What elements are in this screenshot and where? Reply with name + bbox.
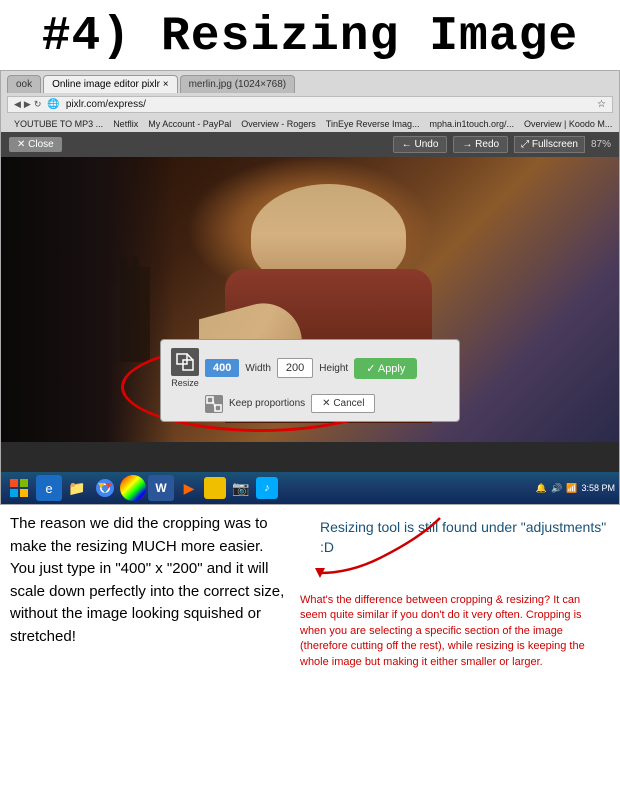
red-arrow-svg bbox=[300, 508, 460, 578]
forward-icon[interactable]: ▶ bbox=[24, 99, 31, 110]
bookmark-koodo[interactable]: Overview | Koodo M... bbox=[521, 118, 613, 130]
page-title: #4) Resizing Image bbox=[0, 0, 620, 70]
fullscreen-button[interactable]: ⤢ Fullscreen bbox=[514, 136, 585, 153]
taskbar-network: 📶 bbox=[566, 483, 577, 494]
browser-chrome: ook Online image editor pixlr × merlin.j… bbox=[1, 71, 619, 132]
main-paragraph: The reason we did the cropping was to ma… bbox=[10, 513, 290, 648]
bookmark-mpha[interactable]: mpha.in1touch.org/... bbox=[426, 118, 517, 130]
address-bar[interactable]: ◀ ▶ ↻ 🌐 pixlr.com/express/ ☆ bbox=[7, 96, 613, 113]
redo-button[interactable]: → Redo bbox=[453, 136, 508, 153]
browser-tabs: ook Online image editor pixlr × merlin.j… bbox=[7, 75, 613, 93]
content-area: The reason we did the cropping was to ma… bbox=[0, 505, 620, 678]
bookmark-rogers[interactable]: Overview - Rogers bbox=[238, 118, 319, 130]
browser-window: ook Online image editor pixlr × merlin.j… bbox=[0, 70, 620, 505]
bookmark-tineye[interactable]: TinEye Reverse Imag... bbox=[323, 118, 423, 130]
bookmark-paypal[interactable]: My Account - PayPal bbox=[145, 118, 234, 130]
yellow-icon[interactable] bbox=[204, 477, 226, 499]
music-icon[interactable]: ♪ bbox=[256, 477, 278, 499]
address-favicon: 🌐 bbox=[47, 99, 59, 110]
taskbar-notification: 🔔 bbox=[536, 483, 547, 494]
tab-pixlr[interactable]: Online image editor pixlr × bbox=[43, 75, 177, 93]
bookmarks-bar: YOUTUBE TO MP3 ... Netflix My Account - … bbox=[7, 116, 613, 132]
bookmark-youtube[interactable]: YOUTUBE TO MP3 ... bbox=[11, 118, 106, 130]
proportions-icon bbox=[205, 395, 223, 413]
resize-tab-label: Resize bbox=[171, 378, 199, 388]
toolbar-left: ✕ Close bbox=[9, 137, 62, 152]
width-value[interactable]: 400 bbox=[205, 359, 239, 377]
refresh-icon[interactable]: ↻ bbox=[34, 99, 42, 110]
zoom-level: 87% bbox=[591, 139, 611, 150]
height-value[interactable]: 200 bbox=[277, 358, 313, 378]
content-right: Resizing tool is still found under "adju… bbox=[300, 513, 610, 670]
content-left: The reason we did the cropping was to ma… bbox=[10, 513, 290, 670]
ie-icon[interactable]: e bbox=[36, 475, 62, 501]
close-button[interactable]: ✕ Close bbox=[9, 137, 62, 152]
resize-top-row: Resize 400 Width 200 Height ✓ Apply bbox=[171, 348, 449, 388]
height-label: Height bbox=[319, 363, 348, 374]
star-icon[interactable]: ☆ bbox=[597, 99, 606, 110]
taskbar-sound: 🔊 bbox=[551, 483, 562, 494]
resize-icon-area: Resize bbox=[171, 348, 199, 388]
apply-button[interactable]: ✓ Apply bbox=[354, 358, 417, 379]
taskbar: e 📁 W ▶ 📷 ♪ 🔔 🔊 📶 3 bbox=[1, 472, 619, 504]
width-label: Width bbox=[245, 363, 271, 374]
dark-left bbox=[1, 157, 174, 442]
arrow-area: Resizing tool is still found under "adju… bbox=[300, 518, 610, 588]
folder-icon[interactable]: 📁 bbox=[64, 475, 90, 501]
toolbar-right: ← Undo → Redo ⤢ Fullscreen 87% bbox=[393, 136, 611, 153]
taskbar-icons: e 📁 W ▶ 📷 ♪ bbox=[36, 475, 533, 501]
start-button[interactable] bbox=[5, 475, 33, 501]
editor-toolbar: ✕ Close ← Undo → Redo ⤢ Fullscreen 87% bbox=[1, 132, 619, 157]
proportions-row: Keep proportions ✕ Cancel bbox=[171, 394, 449, 413]
word-icon[interactable]: W bbox=[148, 475, 174, 501]
taskbar-time: 3:58 PM bbox=[581, 483, 615, 493]
tab-merlin[interactable]: merlin.jpg (1024×768) bbox=[180, 75, 296, 93]
question-text: What's the difference between cropping &… bbox=[300, 593, 610, 670]
media-icon[interactable]: ▶ bbox=[176, 475, 202, 501]
bookmark-netflix[interactable]: Netflix bbox=[110, 118, 141, 130]
editor-area: ✕ Close ← Undo → Redo ⤢ Fullscreen 87% bbox=[1, 132, 619, 472]
canvas-area: Resize 400 Width 200 Height ✓ Apply Keep… bbox=[1, 157, 619, 442]
camera-icon[interactable]: 📷 bbox=[228, 475, 254, 501]
proportions-label: Keep proportions bbox=[229, 398, 305, 409]
undo-button[interactable]: ← Undo bbox=[393, 136, 448, 153]
nav-buttons: ◀ ▶ ↻ bbox=[14, 99, 41, 110]
address-text[interactable]: pixlr.com/express/ bbox=[66, 99, 591, 110]
merlin-image: Resize 400 Width 200 Height ✓ Apply Keep… bbox=[1, 157, 619, 442]
taskbar-right: 🔔 🔊 📶 3:58 PM bbox=[536, 483, 615, 494]
back-icon[interactable]: ◀ bbox=[14, 99, 21, 110]
resize-icon bbox=[171, 348, 199, 376]
colorpicker-icon[interactable] bbox=[120, 475, 146, 501]
tab-book[interactable]: ook bbox=[7, 75, 41, 93]
resize-panel: Resize 400 Width 200 Height ✓ Apply Keep… bbox=[160, 339, 460, 422]
cancel-button[interactable]: ✕ Cancel bbox=[311, 394, 375, 413]
chrome-icon[interactable] bbox=[92, 475, 118, 501]
